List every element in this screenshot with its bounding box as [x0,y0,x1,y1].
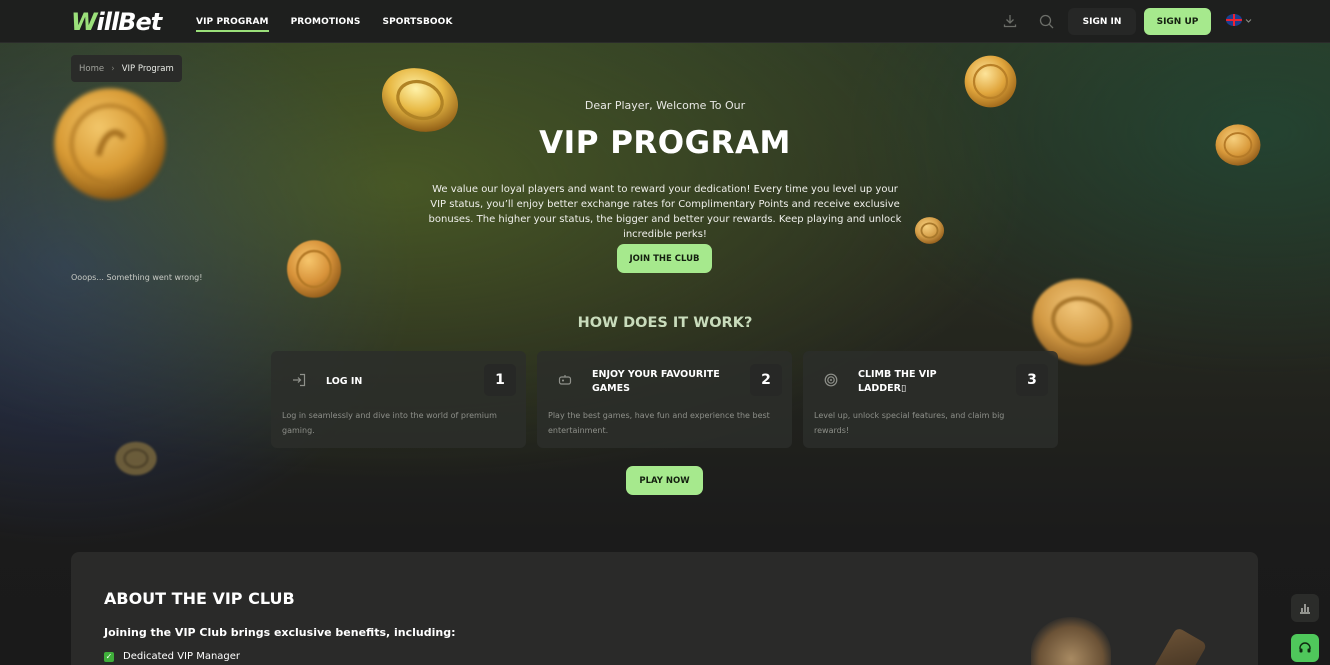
nav-vip-program[interactable]: VIP PROGRAM [196,0,269,43]
language-selector[interactable] [1226,14,1252,26]
breadcrumb-home-link[interactable]: Home [79,64,104,74]
mascot-claw-image [1149,626,1208,665]
step-number: 2 [750,364,782,396]
nav-sportsbook[interactable]: SPORTSBOOK [383,0,453,43]
headset-icon [1299,642,1311,653]
steps-list: LOG IN 1 Log in seamlessly and dive into… [271,351,1058,448]
hero-description: We value our loyal players and want to r… [428,184,902,240]
breadcrumb-current: VIP Program [121,63,174,74]
step-card: CLIMB THE VIP LADDER▯ 3 Level up, unlock… [803,351,1058,448]
chart-icon [1300,604,1310,614]
target-icon [824,372,838,387]
step-description: Level up, unlock special features, and c… [814,411,1005,435]
step-card: ENJOY YOUR FAVOURITE GAMES 2 Play the be… [537,351,792,448]
hero-subtitle: Dear Player, Welcome To Our [584,99,746,112]
gold-coin-decoration [284,238,344,300]
about-vip-club-section: ABOUT THE VIP CLUB Joining the VIP Club … [71,552,1258,665]
step-title: CLIMB THE VIP LADDER▯ [858,369,937,394]
benefit-item: ✓ Dedicated VIP Manager [104,651,240,662]
download-icon[interactable] [1000,11,1020,31]
chevron-down-icon [1245,18,1252,23]
nav-promotions[interactable]: PROMOTIONS [291,0,361,43]
step-description: Play the best games, have fun and experi… [548,411,770,435]
top-header: WillBet VIP PROGRAM PROMOTIONS SPORTSBOO… [0,0,1330,43]
about-heading: ABOUT THE VIP CLUB [104,589,295,608]
step-description: Log in seamlessly and dive into the worl… [282,411,497,435]
about-subheading: Joining the VIP Club brings exclusive be… [104,626,456,639]
breadcrumb: Home › VIP Program [71,55,182,82]
sign-in-button[interactable]: SIGN IN [1068,8,1136,35]
step-title: LOG IN [326,376,363,387]
willbet-logo[interactable]: WillBet [71,8,162,36]
search-icon[interactable] [1036,11,1056,31]
uk-flag-icon [1226,14,1242,26]
stats-button[interactable] [1291,594,1319,622]
step-title: ENJOY YOUR FAVOURITE GAMES [592,369,720,394]
error-message: Ooops... Something went wrong! [71,273,203,282]
play-now-button[interactable]: PLAY NOW [626,466,703,495]
breadcrumb-separator: › [111,63,115,74]
benefit-label: Dedicated VIP Manager [123,651,241,662]
page-title: VIP PROGRAM [539,125,791,161]
step-card: LOG IN 1 Log in seamlessly and dive into… [271,351,526,448]
step-number: 1 [484,364,516,396]
sign-up-button[interactable]: SIGN UP [1144,8,1211,35]
join-the-club-button[interactable]: JOIN THE CLUB [617,244,712,273]
main-nav: VIP PROGRAM PROMOTIONS SPORTSBOOK [196,0,453,43]
support-chat-button[interactable] [1291,634,1319,662]
gold-coin-decoration [114,440,158,477]
gamepad-icon [558,372,572,386]
login-icon [292,372,306,387]
step-number: 3 [1016,364,1048,396]
how-it-works-heading: HOW DOES IT WORK? [577,315,753,331]
checkmark-icon: ✓ [104,651,114,662]
gold-coin-decoration [914,216,945,245]
mascot-fur-image [1031,617,1111,665]
